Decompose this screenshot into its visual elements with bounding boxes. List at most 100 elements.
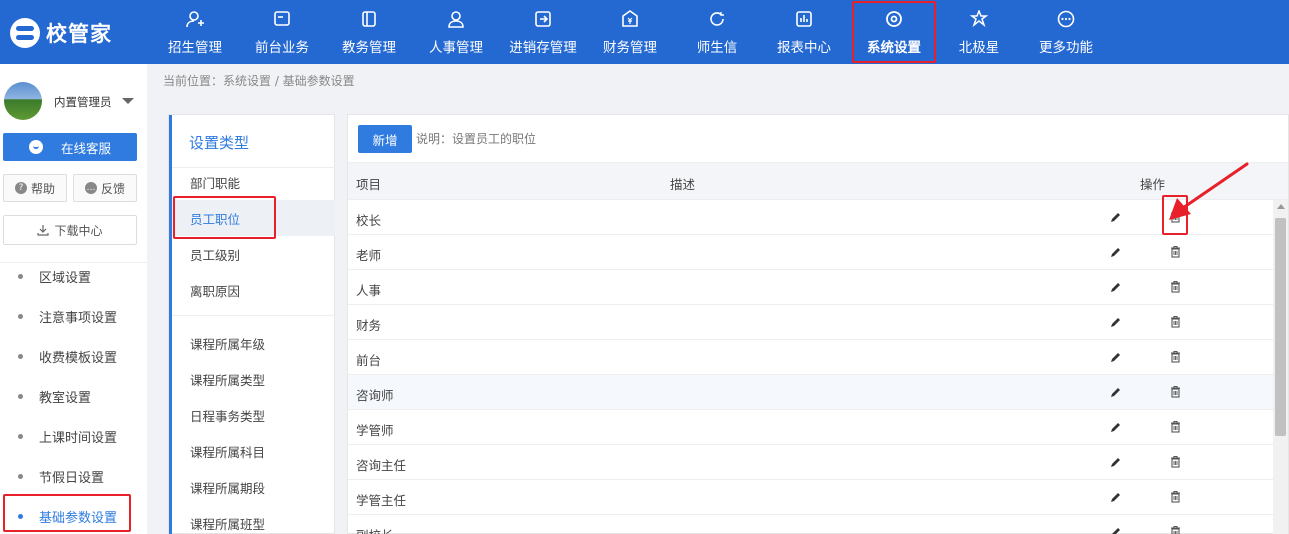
table-row: 咨询师: [348, 375, 1273, 410]
nav-item-hr[interactable]: 人事管理: [413, 0, 499, 64]
divider: [172, 315, 335, 316]
vertical-scrollbar[interactable]: [1273, 200, 1288, 534]
bullet-icon: [18, 353, 23, 359]
column-header-operations: 操作: [1140, 177, 1166, 192]
caret-down-icon: [122, 98, 134, 104]
feedback-button[interactable]: … 反馈: [73, 174, 137, 202]
bullet-icon: [18, 393, 23, 399]
sidebar-item-classroom[interactable]: 教室设置: [0, 381, 147, 411]
scroll-up-icon[interactable]: [1277, 204, 1285, 209]
sidebar-item-label: 节假日设置: [39, 470, 105, 486]
table-row: 老师: [348, 235, 1273, 270]
sidebar-item-fee-template[interactable]: 收费模板设置: [0, 341, 147, 371]
type-item-staff-level[interactable]: 员工级别: [172, 236, 335, 272]
nav-item-reports[interactable]: 报表中心: [761, 0, 847, 64]
type-item-schedule-type[interactable]: 日程事务类型: [172, 397, 335, 433]
type-item-dept-function[interactable]: 部门职能: [172, 164, 335, 200]
column-header-description: 描述: [670, 177, 696, 192]
nav-item-academic[interactable]: 教务管理: [326, 0, 412, 64]
nav-label: 报表中心: [777, 40, 831, 56]
delete-icon[interactable]: [1170, 280, 1181, 293]
bullet-icon: [18, 273, 23, 279]
user-menu[interactable]: 内置管理员: [4, 82, 144, 122]
nav-label: 师生信: [696, 40, 738, 56]
table-row: 校长: [348, 200, 1273, 235]
download-center-button[interactable]: 下载中心: [3, 215, 137, 245]
delete-icon[interactable]: [1170, 245, 1181, 258]
nav-item-finance[interactable]: 财务管理: [587, 0, 673, 64]
highlight-box-system-settings: [852, 1, 936, 63]
edit-icon[interactable]: [1110, 351, 1122, 363]
type-item-course-class-type[interactable]: 课程所属班型: [172, 505, 335, 534]
edit-icon[interactable]: [1110, 421, 1122, 433]
delete-icon[interactable]: [1170, 350, 1181, 363]
nav-item-front-desk[interactable]: 前台业务: [239, 0, 325, 64]
bullet-icon: [18, 433, 23, 439]
nav-label: 更多功能: [1039, 40, 1093, 56]
help-label: 帮助: [30, 181, 55, 196]
panel-title: 设置类型: [189, 134, 250, 152]
type-item-course-type[interactable]: 课程所属类型: [172, 361, 335, 397]
type-item-leave-reason[interactable]: 离职原因: [172, 272, 335, 308]
book-icon: [362, 11, 376, 27]
help-button[interactable]: ? 帮助: [3, 174, 67, 202]
add-button[interactable]: 新增: [358, 125, 412, 153]
sidebar-item-label: 收费模板设置: [39, 350, 118, 366]
top-nav-bar: 校管家 招生管理 前台业务 教务管理 人事管理 进销存管理 财务管理 师生信 报…: [0, 0, 1289, 64]
type-item-course-period[interactable]: 课程所属期段: [172, 469, 335, 505]
sidebar-item-label: 上课时间设置: [39, 430, 118, 446]
delete-icon[interactable]: [1170, 385, 1181, 398]
type-item-course-subject[interactable]: 课程所属科目: [172, 433, 335, 469]
table-row: 财务: [348, 305, 1273, 340]
feedback-icon: …: [84, 182, 97, 194]
online-service-button[interactable]: 在线客服: [3, 133, 137, 161]
edit-icon[interactable]: [1110, 211, 1122, 223]
delete-icon[interactable]: [1170, 455, 1181, 468]
table-row: 学管主任: [348, 480, 1273, 515]
delete-icon[interactable]: [1170, 525, 1181, 534]
table-row: 副校长: [348, 515, 1273, 534]
row-item-name: 前台: [356, 353, 382, 368]
scrollbar-thumb[interactable]: [1275, 218, 1286, 436]
breadcrumb: 当前位置：系统设置 / 基础参数设置: [163, 74, 355, 88]
row-item-name: 校长: [356, 213, 382, 228]
edit-icon[interactable]: [1110, 281, 1122, 293]
delete-icon[interactable]: [1170, 315, 1181, 328]
nav-item-inventory[interactable]: 进销存管理: [500, 0, 586, 64]
sidebar-item-holiday[interactable]: 节假日设置: [0, 461, 147, 491]
nav-item-enrollment[interactable]: 招生管理: [152, 0, 238, 64]
chart-icon: [796, 11, 812, 27]
nav-label: 进销存管理: [509, 40, 577, 56]
table-body: 校长老师人事财务前台咨询师学管师咨询主任学管主任副校长: [348, 200, 1273, 534]
delete-icon[interactable]: [1170, 420, 1181, 433]
app-logo[interactable]: 校管家: [10, 18, 140, 48]
nav-item-more[interactable]: 更多功能: [1023, 0, 1109, 64]
logo-text: 校管家: [46, 22, 112, 46]
edit-icon[interactable]: [1110, 386, 1122, 398]
user-name: 内置管理员: [54, 95, 112, 109]
edit-icon[interactable]: [1110, 456, 1122, 468]
nav-item-polaris[interactable]: 北极星: [936, 0, 1022, 64]
nav-label: 前台业务: [255, 40, 309, 56]
edit-icon[interactable]: [1110, 246, 1122, 258]
delete-icon[interactable]: [1170, 490, 1181, 503]
type-item-course-grade[interactable]: 课程所属年级: [172, 325, 335, 361]
nav-item-messages[interactable]: 师生信: [674, 0, 760, 64]
sidebar-item-notes[interactable]: 注意事项设置: [0, 301, 147, 331]
user-add-icon: [186, 11, 204, 28]
chat-icon: [710, 12, 724, 26]
edit-icon[interactable]: [1110, 316, 1122, 328]
row-item-name: 老师: [356, 248, 382, 263]
table-row: 咨询主任: [348, 445, 1273, 480]
bullet-icon: [18, 473, 23, 479]
nav-label: 北极星: [958, 40, 1000, 56]
edit-icon[interactable]: [1110, 526, 1122, 534]
sidebar-item-region[interactable]: 区域设置: [0, 261, 147, 291]
left-sidebar: 内置管理员 在线客服 ? 帮助 … 反馈 下载中心 区域设置 注意事项设置 收费…: [0, 64, 147, 534]
sidebar-item-class-time[interactable]: 上课时间设置: [0, 421, 147, 451]
edit-icon[interactable]: [1110, 491, 1122, 503]
chat-bubble-icon: [28, 140, 43, 154]
feedback-label: 反馈: [100, 181, 125, 196]
avatar: [4, 82, 42, 120]
table-row: 学管师: [348, 410, 1273, 445]
